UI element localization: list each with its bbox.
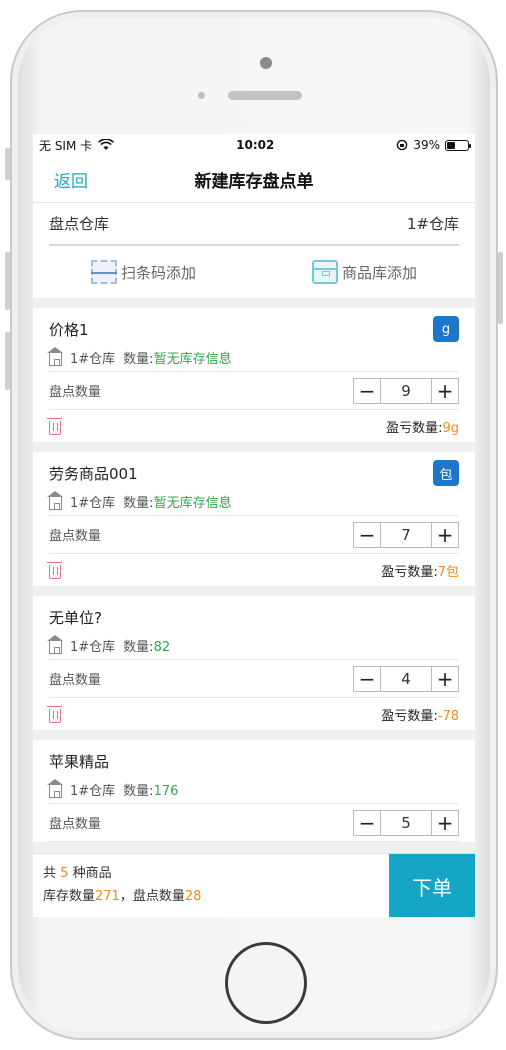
diff-value: 7包	[437, 564, 459, 580]
warehouse-label: 盘点仓库	[49, 215, 110, 233]
summary-separator: ，	[119, 889, 133, 904]
decrement-button[interactable]: −	[354, 379, 380, 403]
count-label: 盘点数量	[49, 817, 102, 832]
stock-qty-label: 数量:	[123, 640, 154, 655]
stock-qty-label: 数量:	[123, 784, 154, 799]
stock-qty-label: 数量:	[123, 496, 154, 511]
diff-value: -78	[437, 708, 459, 724]
item-name: 价格1	[49, 320, 89, 339]
warehouse-icon	[47, 778, 63, 798]
inventory-item-card: 价格1 g 1#仓库 数量:暂无库存信息 盘点数量 − 9 + 盈亏数量:9g	[33, 308, 475, 442]
item-warehouse: 1#仓库	[70, 784, 116, 799]
volume-down-button	[5, 332, 10, 390]
item-name: 无单位?	[49, 608, 102, 627]
back-button[interactable]: 返回	[54, 167, 88, 192]
increment-button[interactable]: +	[432, 811, 458, 835]
stock-qty-value: 176	[153, 784, 179, 799]
front-camera	[260, 57, 272, 69]
count-label: 盘点数量	[49, 673, 102, 688]
counted-total-label: 盘点数量	[132, 889, 185, 904]
battery-percent: 39%	[413, 138, 440, 152]
summary-prefix: 共	[43, 866, 57, 881]
diff-value: 9g	[442, 420, 459, 436]
stock-qty-value: 82	[153, 640, 171, 655]
spacer	[33, 442, 475, 452]
trash-icon[interactable]	[47, 561, 62, 579]
warehouse-value: 1#仓库	[406, 215, 459, 233]
product-box-icon	[311, 260, 338, 284]
bottom-action-bar: 共 5 种商品 库存数量271，盘点数量28 下单	[33, 853, 475, 917]
quantity-stepper: − 5 +	[353, 809, 459, 836]
warehouse-icon	[47, 490, 63, 510]
inventory-item-card: 劳务商品001 包 1#仓库 数量:暂无库存信息 盘点数量 − 7 + 盈亏数量…	[33, 452, 475, 586]
diff-label: 盈亏数量:	[381, 708, 438, 724]
summary-item-count: 5	[60, 866, 69, 881]
stock-qty-value: 暂无库存信息	[153, 352, 232, 367]
inventory-item-card: 无单位? 1#仓库 数量:82 盘点数量 − 4 + 盈亏数量:-78	[33, 596, 475, 730]
barcode-scan-icon	[90, 260, 117, 284]
inventory-item-card: 苹果精品 1#仓库 数量:176 盘点数量 − 5 +	[33, 740, 475, 842]
spacer	[33, 298, 475, 308]
carrier-text: 无 SIM 卡	[39, 138, 93, 153]
decrement-button[interactable]: −	[354, 523, 380, 547]
mute-switch	[5, 148, 10, 180]
place-order-button[interactable]: 下单	[389, 854, 475, 917]
wifi-icon	[98, 139, 115, 150]
spacer	[33, 730, 475, 740]
app-screen: 无 SIM 卡 10:02 39% 返回 新建库存盘点单 盘点仓库 1#仓库 扫…	[33, 134, 475, 917]
stock-total-label: 库存数量	[43, 889, 96, 904]
library-add-label: 商品库添加	[341, 263, 417, 282]
quantity-input[interactable]: 9	[380, 378, 432, 403]
warehouse-icon	[47, 346, 63, 366]
status-bar: 无 SIM 卡 10:02 39%	[33, 134, 475, 156]
proximity-sensor	[198, 92, 205, 99]
item-warehouse: 1#仓库	[70, 640, 116, 655]
diff-label: 盈亏数量:	[381, 564, 438, 580]
diff-label: 盈亏数量:	[386, 420, 443, 436]
quantity-input[interactable]: 5	[380, 810, 432, 835]
power-button	[498, 252, 503, 324]
item-name: 劳务商品001	[49, 464, 138, 483]
item-warehouse: 1#仓库	[70, 496, 116, 511]
quantity-stepper: − 4 +	[353, 665, 459, 692]
nav-bar: 返回 新建库存盘点单	[33, 156, 475, 202]
add-actions: 扫条码添加 商品库添加	[33, 246, 475, 298]
scan-add-label: 扫条码添加	[120, 263, 196, 282]
increment-button[interactable]: +	[432, 379, 458, 403]
quantity-stepper: − 9 +	[353, 377, 459, 404]
item-name: 苹果精品	[49, 752, 110, 771]
quantity-input[interactable]: 7	[380, 522, 432, 547]
order-summary: 共 5 种商品 库存数量271，盘点数量28	[33, 854, 389, 917]
warehouse-icon	[47, 634, 63, 654]
stock-total-value: 271	[95, 889, 120, 904]
warehouse-selector[interactable]: 盘点仓库 1#仓库	[33, 202, 475, 244]
counted-total-value: 28	[184, 889, 202, 904]
library-add-button[interactable]: 商品库添加	[254, 260, 475, 284]
scan-add-button[interactable]: 扫条码添加	[33, 260, 254, 284]
count-label: 盘点数量	[49, 529, 102, 544]
orientation-lock-icon	[397, 139, 408, 151]
quantity-input[interactable]: 4	[380, 666, 432, 691]
volume-up-button	[5, 252, 10, 310]
decrement-button[interactable]: −	[354, 811, 380, 835]
quantity-stepper: − 7 +	[353, 521, 459, 548]
trash-icon[interactable]	[47, 705, 62, 723]
increment-button[interactable]: +	[432, 523, 458, 547]
home-button[interactable]	[225, 942, 307, 1024]
item-warehouse: 1#仓库	[70, 352, 116, 367]
increment-button[interactable]: +	[432, 667, 458, 691]
page-title: 新建库存盘点单	[194, 171, 314, 192]
status-time: 10:02	[236, 138, 275, 152]
battery-icon	[444, 139, 471, 151]
earpiece-speaker	[228, 91, 302, 100]
count-label: 盘点数量	[49, 385, 102, 400]
stock-qty-label: 数量:	[123, 352, 154, 367]
spacer	[33, 586, 475, 596]
stock-qty-value: 暂无库存信息	[153, 496, 232, 511]
trash-icon[interactable]	[47, 417, 62, 435]
unit-badge: g	[433, 316, 459, 342]
decrement-button[interactable]: −	[354, 667, 380, 691]
summary-suffix: 种商品	[72, 866, 112, 881]
unit-badge: 包	[433, 460, 459, 486]
